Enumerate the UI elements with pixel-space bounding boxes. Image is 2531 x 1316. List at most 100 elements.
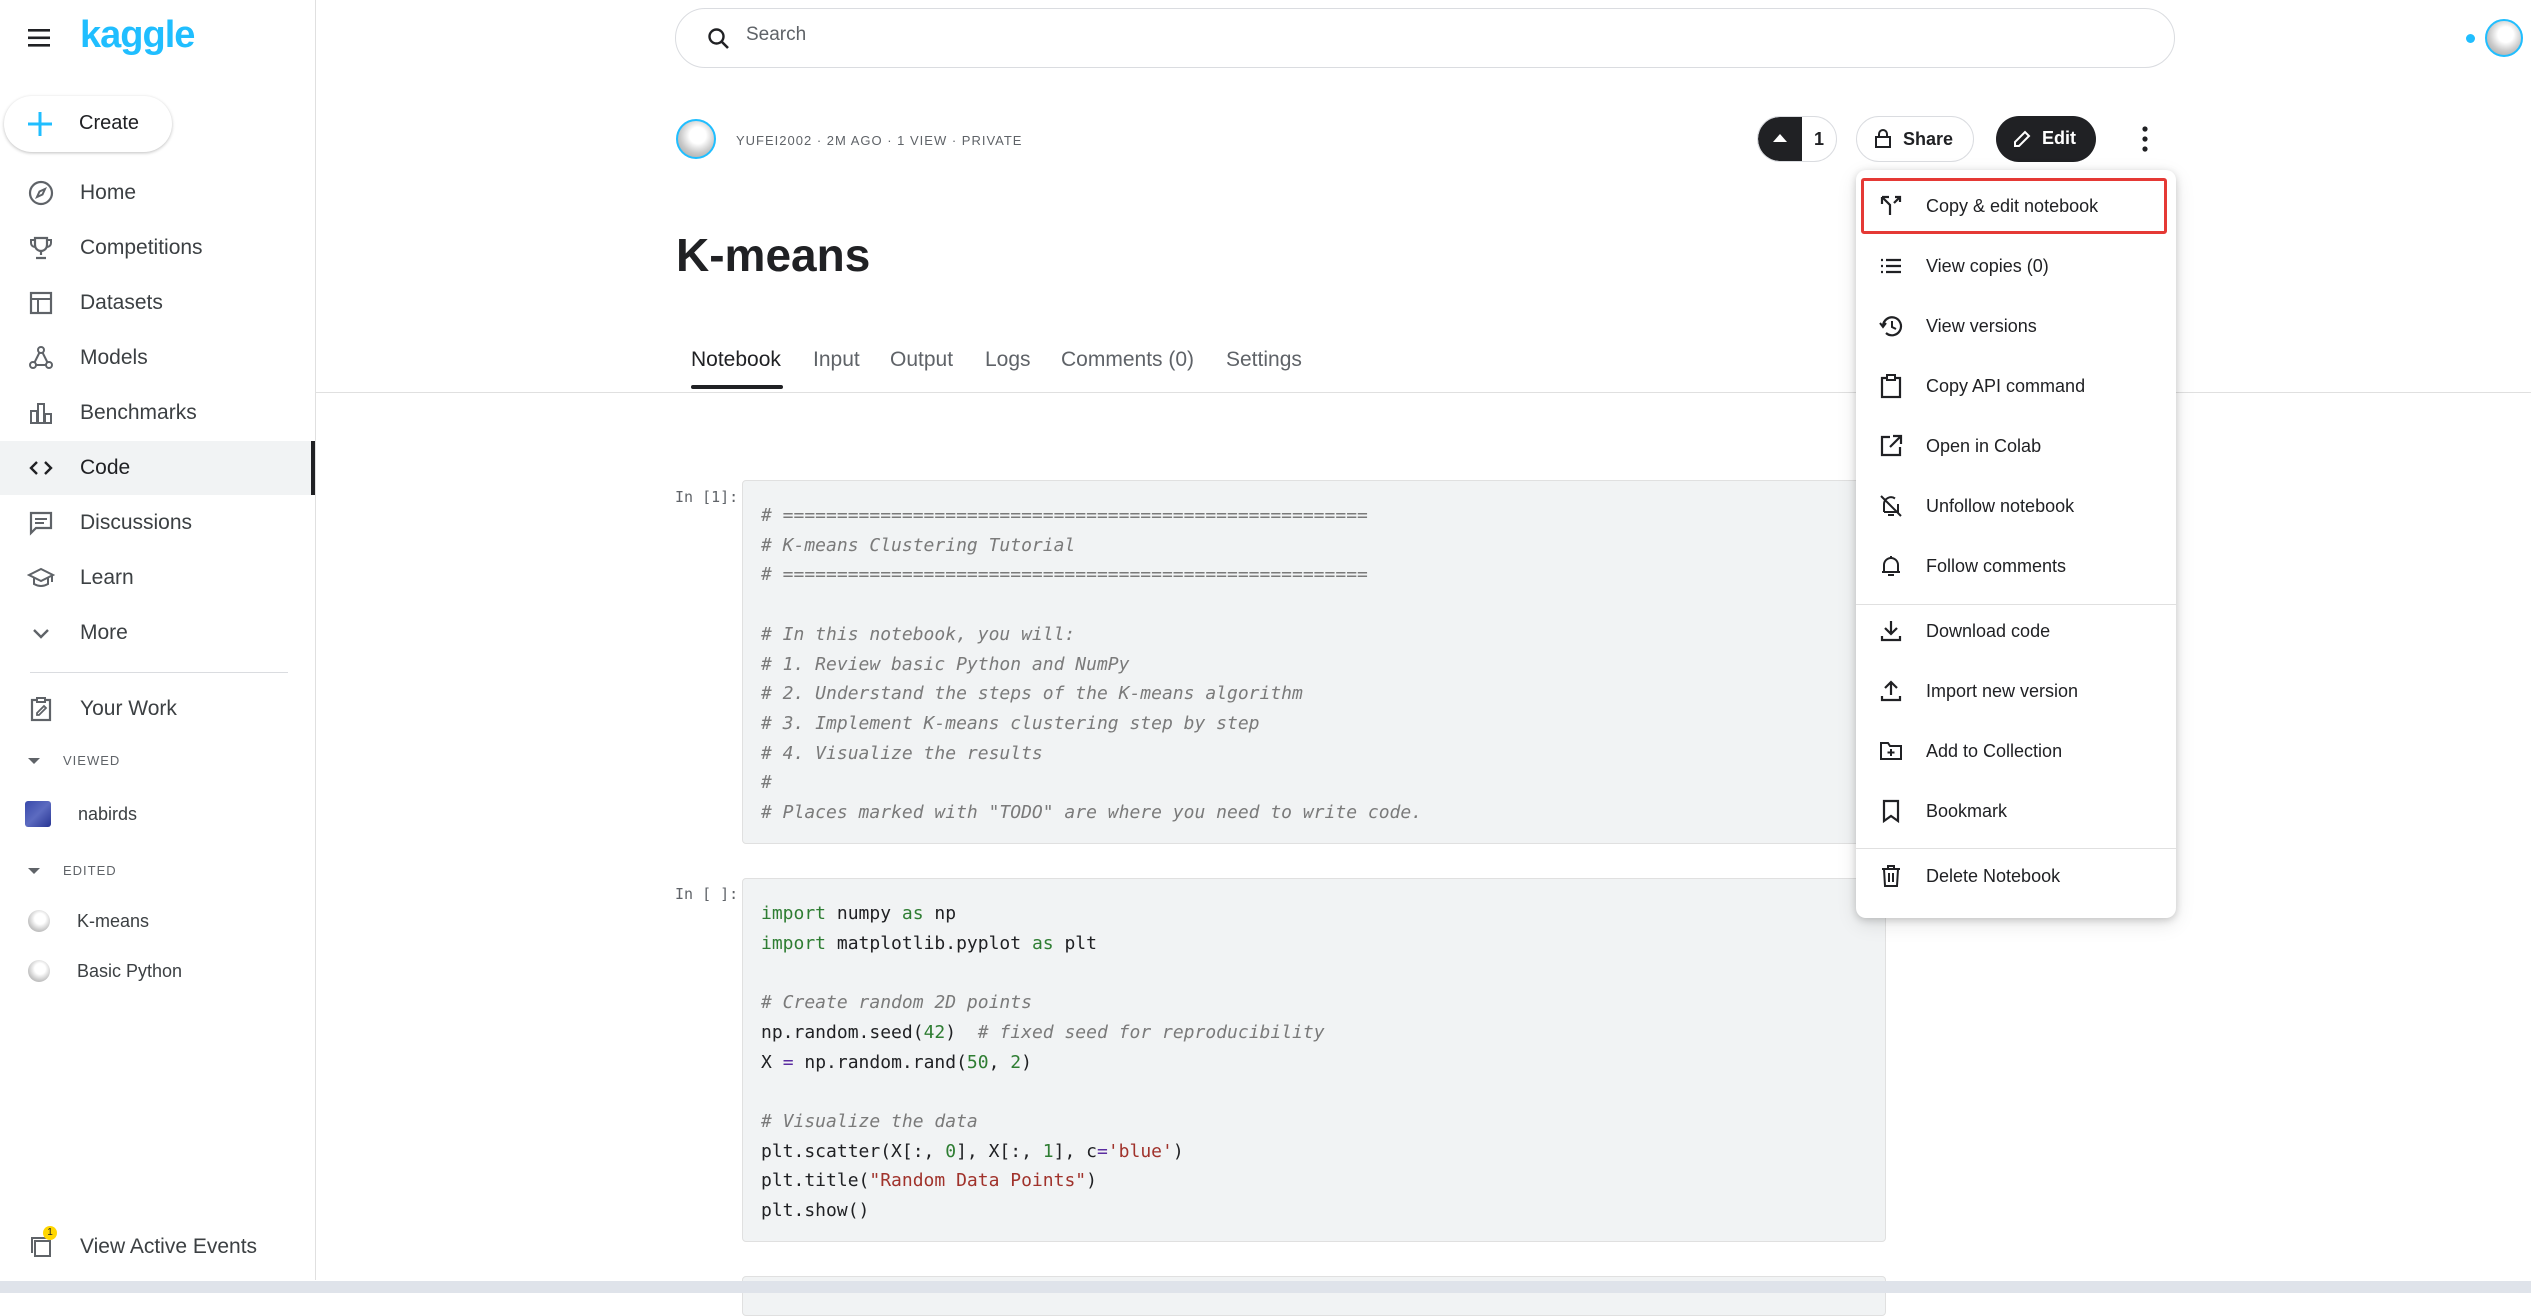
menu-item-view-versions[interactable]: View versions xyxy=(1856,298,2176,354)
notebook-title: K-means xyxy=(676,229,871,281)
fork-icon xyxy=(1880,195,1902,215)
menu-item-label: Open in Colab xyxy=(1926,435,2042,456)
kaggle-logo[interactable]: kaggle xyxy=(80,14,195,57)
tab-logs[interactable]: Logs xyxy=(985,348,1031,372)
clipboard-edit-icon xyxy=(30,697,52,722)
menu-item-label: View copies (0) xyxy=(1926,255,2049,276)
edited-item-label: K-means xyxy=(77,910,150,931)
bottom-scrollbar[interactable] xyxy=(0,1281,2531,1293)
viewed-section-header[interactable]: VIEWED xyxy=(27,753,120,768)
tab-settings[interactable]: Settings xyxy=(1226,348,1302,372)
create-label: Create xyxy=(79,112,140,134)
menu-item-label: Copy & edit notebook xyxy=(1926,195,2099,216)
search-input[interactable] xyxy=(744,23,2048,47)
bell-off-icon xyxy=(1880,495,1902,517)
tab-input[interactable]: Input xyxy=(813,348,860,372)
events-badge: 1 xyxy=(43,1226,57,1240)
profile-avatar[interactable] xyxy=(2485,19,2523,57)
models-icon xyxy=(29,346,53,369)
discussion-icon xyxy=(29,511,53,536)
tabs-divider xyxy=(316,392,2531,393)
edit-label: Edit xyxy=(2042,128,2076,148)
edited-item[interactable]: Basic Python xyxy=(28,960,182,982)
menu-item-add-to-collection[interactable]: Add to Collection xyxy=(1856,723,2176,779)
menu-item-import-new-version[interactable]: Import new version xyxy=(1856,663,2176,719)
tab-notebook[interactable]: Notebook xyxy=(691,348,781,372)
menu-item-copy-edit-notebook[interactable]: Copy & edit notebook xyxy=(1856,178,2176,234)
menu-item-unfollow-notebook[interactable]: Unfollow notebook xyxy=(1856,478,2176,534)
sidebar-item-competitions[interactable]: Competitions xyxy=(0,221,315,275)
menu-item-label: View versions xyxy=(1926,315,2037,336)
search-bar[interactable] xyxy=(675,8,2175,68)
view-active-events-button[interactable]: 1 View Active Events xyxy=(0,1220,315,1274)
dataset-thumbnail-icon xyxy=(25,801,51,827)
menu-item-label: Copy API command xyxy=(1926,375,2086,396)
menu-item-label: Unfollow notebook xyxy=(1926,495,2075,516)
edited-item[interactable]: K-means xyxy=(28,910,149,932)
menu-item-label: Follow comments xyxy=(1926,555,2067,576)
trophy-icon xyxy=(30,236,52,260)
sidebar-item-label: Learn xyxy=(80,566,134,589)
share-button[interactable]: Share xyxy=(1856,116,1974,162)
viewed-item[interactable]: nabirds xyxy=(25,801,137,827)
menu-item-label: Bookmark xyxy=(1926,800,2008,821)
menu-item-download-code[interactable]: Download code xyxy=(1856,603,2176,659)
sidebar: kaggle Create Home Competitions Datasets… xyxy=(0,0,316,1280)
caret-down-icon xyxy=(28,757,40,764)
menu-item-open-in-colab[interactable]: Open in Colab xyxy=(1856,418,2176,474)
edit-button[interactable]: Edit xyxy=(1996,116,2096,162)
edited-section-header[interactable]: EDITED xyxy=(27,863,117,878)
sidebar-item-models[interactable]: Models xyxy=(0,331,315,385)
cell-source: import numpy as np import matplotlib.pyp… xyxy=(761,903,1325,1222)
menu-item-label: Delete Notebook xyxy=(1926,865,2061,886)
upload-icon xyxy=(1880,680,1902,702)
table-icon xyxy=(29,291,53,315)
bar-chart-icon xyxy=(30,403,52,424)
menu-item-bookmark[interactable]: Bookmark xyxy=(1856,783,2176,839)
cell-prompt: In [1]: xyxy=(675,488,739,506)
sidebar-item-discussions[interactable]: Discussions xyxy=(0,496,315,550)
menu-item-view-copies[interactable]: View copies (0) xyxy=(1856,238,2176,294)
menu-item-delete-notebook[interactable]: Delete Notebook xyxy=(1856,848,2176,904)
notification-dot xyxy=(2466,34,2475,43)
sidebar-item-benchmarks[interactable]: Benchmarks xyxy=(0,386,315,440)
sidebar-item-code[interactable]: Code xyxy=(0,441,315,495)
tab-output[interactable]: Output xyxy=(890,348,953,372)
vote-count: 1 xyxy=(1814,129,1825,149)
code-cell[interactable]: import numpy as np import matplotlib.pyp… xyxy=(742,878,1886,1242)
plus-icon xyxy=(28,112,52,136)
sidebar-item-more[interactable]: More xyxy=(0,606,315,660)
menu-item-follow-comments[interactable]: Follow comments xyxy=(1856,538,2176,594)
sidebar-item-datasets[interactable]: Datasets xyxy=(0,276,315,330)
lock-icon xyxy=(1875,129,1891,148)
viewed-item-label: nabirds xyxy=(78,803,138,824)
sidebar-item-label: View Active Events xyxy=(80,1235,258,1258)
sidebar-item-learn[interactable]: Learn xyxy=(0,551,315,605)
caret-down-icon xyxy=(28,867,40,874)
compass-icon xyxy=(28,180,54,206)
code-cell[interactable]: # ======================================… xyxy=(742,480,1886,844)
edited-section-label: EDITED xyxy=(63,863,117,878)
history-icon xyxy=(1879,316,1903,337)
vote-group: 1 xyxy=(1757,116,1837,162)
notebook-meta: YUFEI2002 · 2M AGO · 1 VIEW · PRIVATE xyxy=(736,133,1023,148)
sidebar-item-label: Models xyxy=(80,346,148,369)
download-icon xyxy=(1880,621,1902,642)
sidebar-divider xyxy=(30,672,288,673)
more-options-button[interactable] xyxy=(2130,121,2160,157)
menu-item-label: Add to Collection xyxy=(1926,740,2063,761)
sidebar-item-your-work[interactable]: Your Work xyxy=(0,682,315,736)
share-label: Share xyxy=(1903,129,1954,149)
viewed-section-label: VIEWED xyxy=(63,753,121,768)
tab-comments[interactable]: Comments (0) xyxy=(1061,348,1194,372)
sidebar-item-label: Home xyxy=(80,181,137,204)
cell-source: # ======================================… xyxy=(761,505,1423,824)
menu-icon[interactable] xyxy=(28,27,54,49)
sidebar-item-home[interactable]: Home xyxy=(0,166,315,220)
menu-item-copy-api-command[interactable]: Copy API command xyxy=(1856,358,2176,414)
cell-prompt: In [ ]: xyxy=(675,885,739,903)
graduation-cap-icon xyxy=(27,567,55,587)
author-avatar[interactable] xyxy=(676,119,716,159)
create-button[interactable]: Create xyxy=(4,96,172,152)
upvote-button[interactable] xyxy=(1758,117,1802,161)
